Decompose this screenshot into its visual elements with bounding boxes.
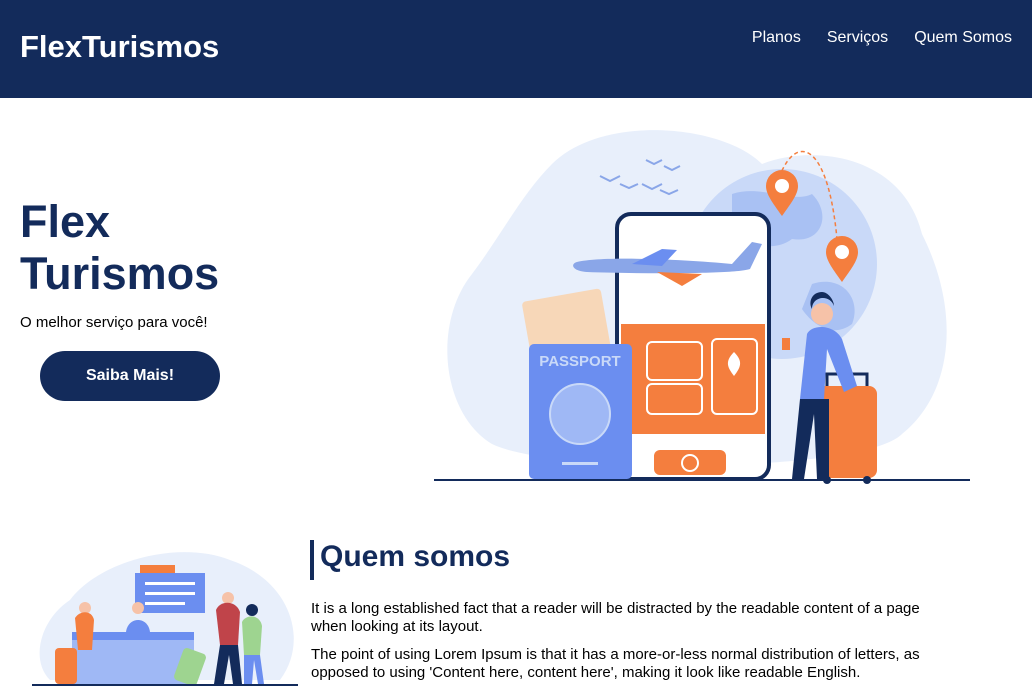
site-header: FlexTurismos Planos Serviços Quem Somos xyxy=(0,0,1032,98)
main-nav: Planos Serviços Quem Somos xyxy=(752,29,1012,47)
brand-logo[interactable]: FlexTurismos xyxy=(20,29,219,65)
about-paragraph: The point of using Lorem Ipsum is that i… xyxy=(311,646,920,681)
about-paragraph: It is a long established fact that a rea… xyxy=(311,600,920,635)
saiba-mais-button[interactable]: Saiba Mais! xyxy=(40,351,220,401)
section-accent-bar xyxy=(310,540,314,580)
travel-hero-illustration: PASSPORT xyxy=(434,130,970,484)
hero-subtitle: O melhor serviço para você! xyxy=(20,314,208,331)
passport-label: PASSPORT xyxy=(539,353,620,370)
nav-link-planos[interactable]: Planos xyxy=(752,29,801,47)
hero-title: Flex Turismos xyxy=(20,196,220,299)
nav-link-servicos[interactable]: Serviços xyxy=(827,29,888,47)
airport-checkin-illustration xyxy=(32,552,298,686)
about-title: Quem somos xyxy=(320,540,511,573)
nav-link-quem-somos[interactable]: Quem Somos xyxy=(914,29,1012,47)
